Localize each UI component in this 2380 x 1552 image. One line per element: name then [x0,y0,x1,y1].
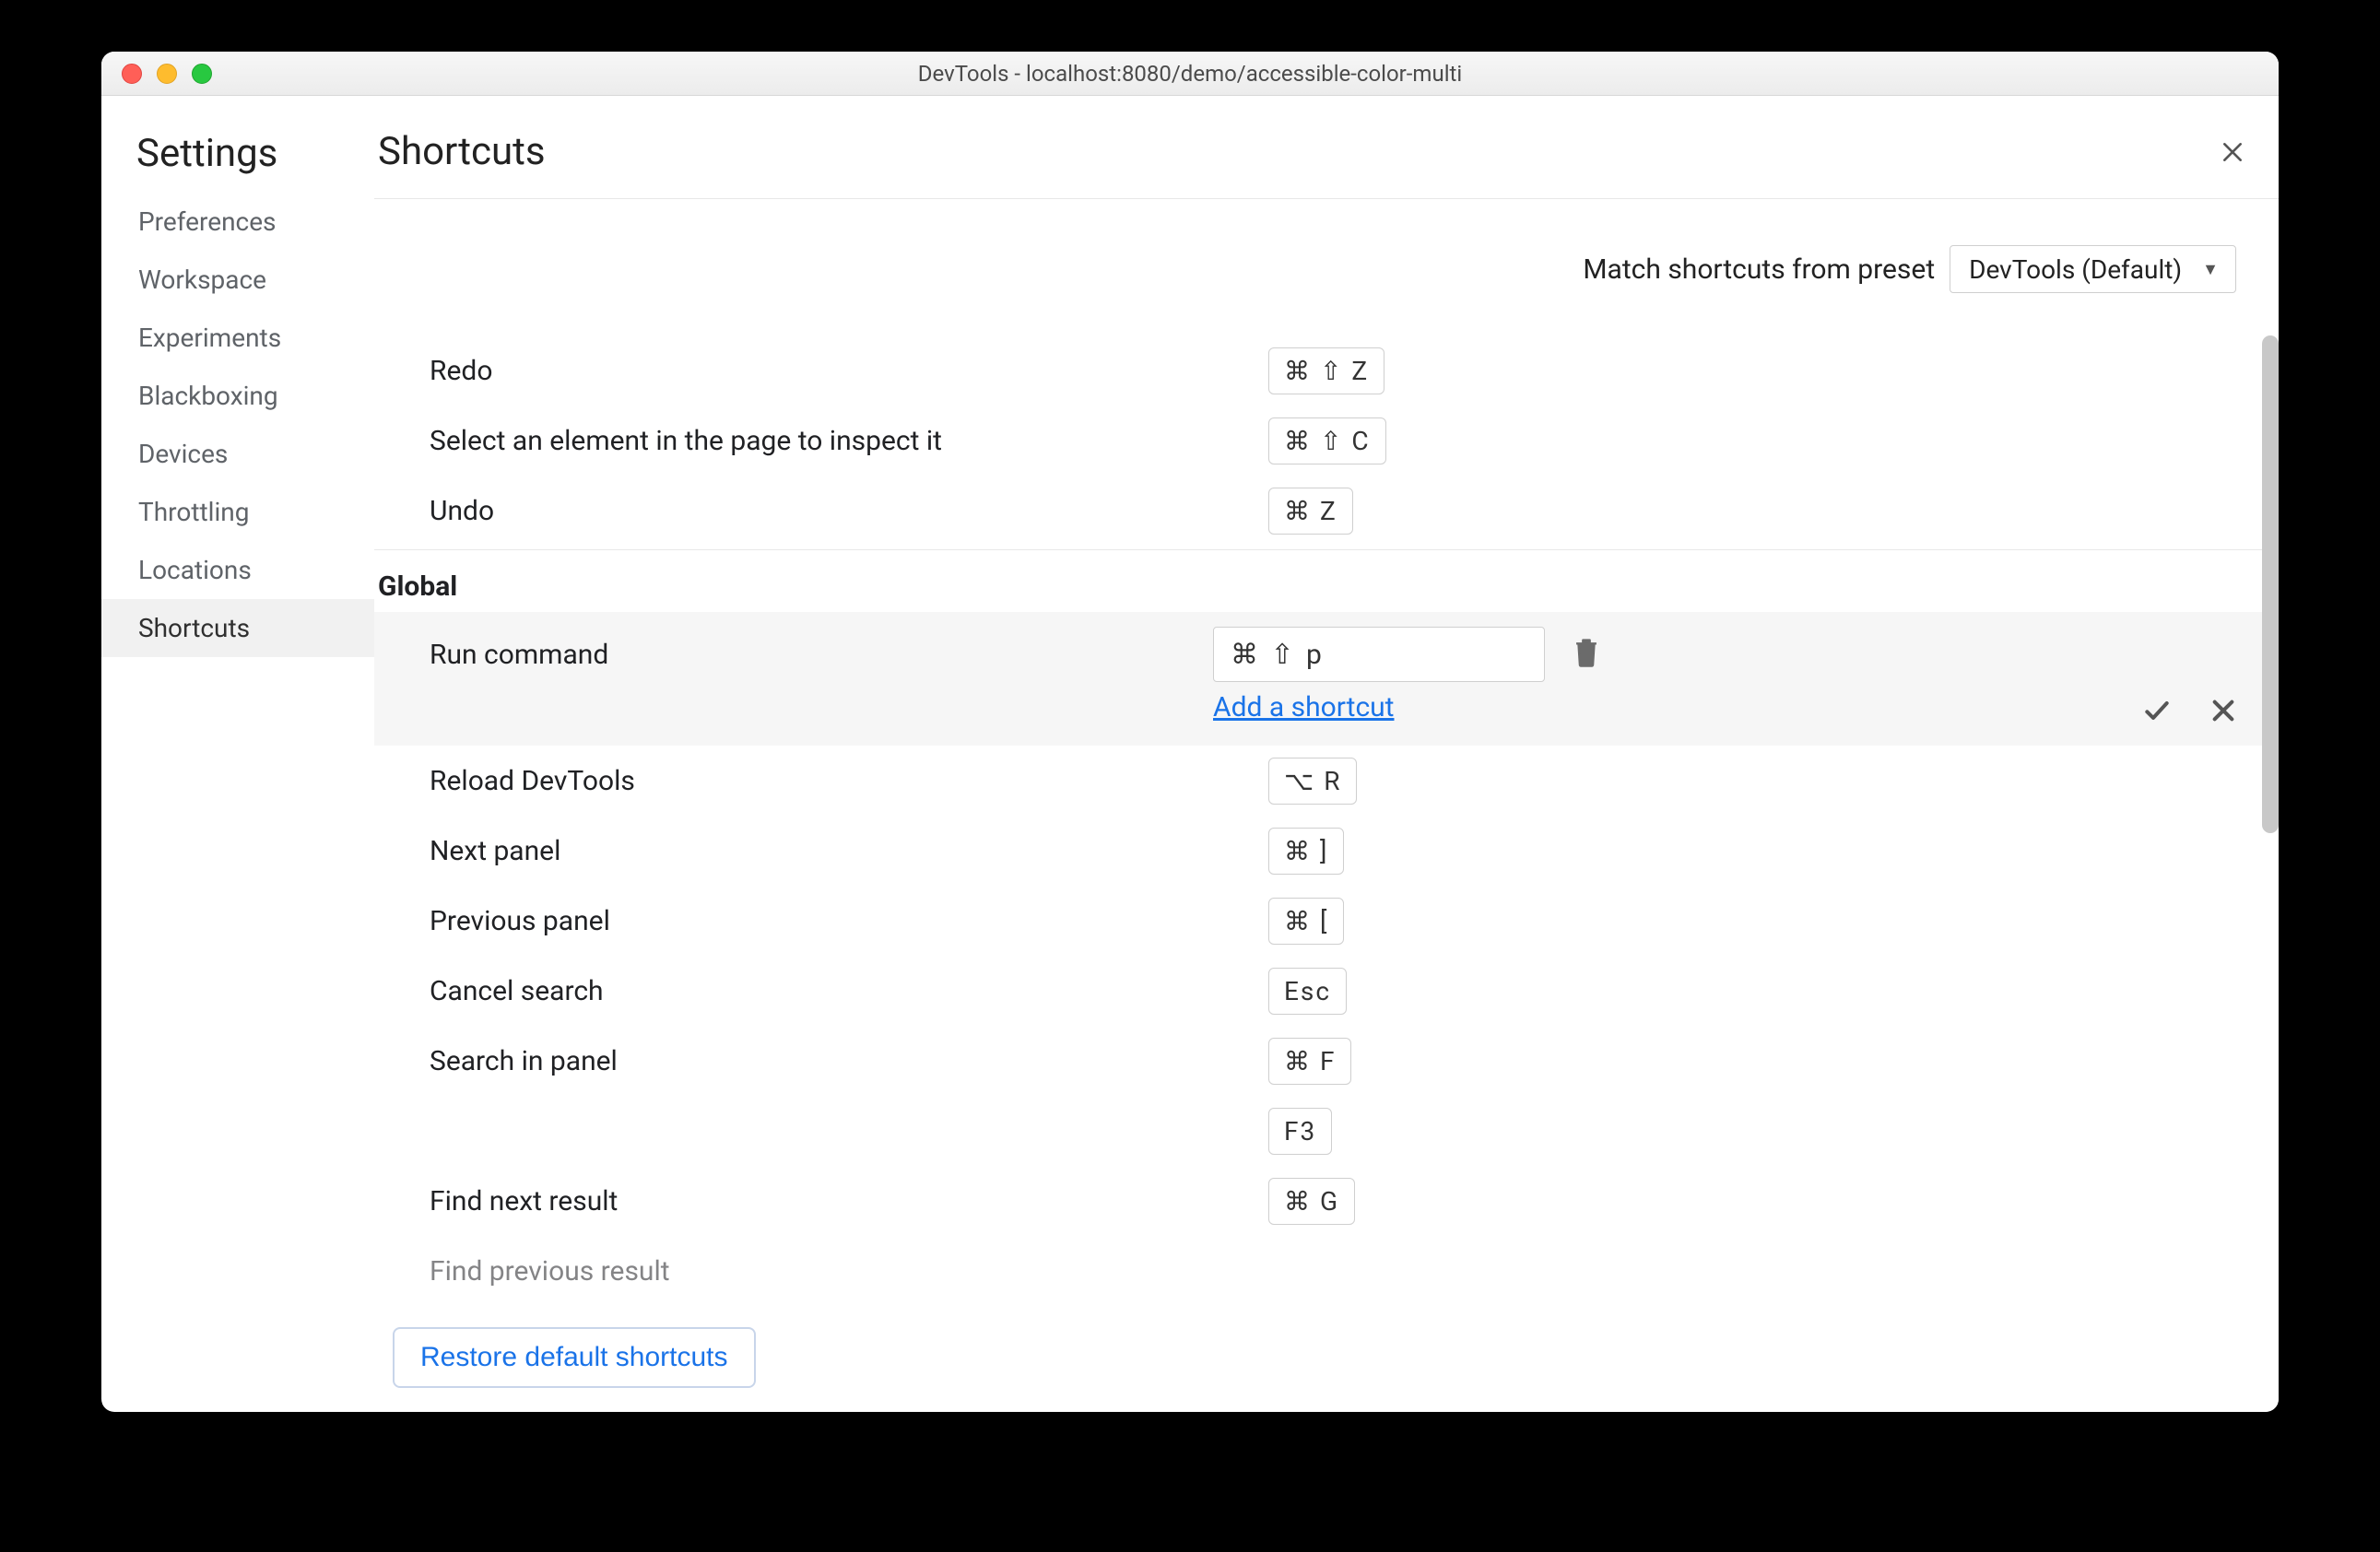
x-icon [2209,696,2238,725]
shortcut-label: Previous panel [430,905,1268,937]
main-panel: Shortcuts Match shortcuts from preset De… [374,96,2279,1412]
footer-bar: Restore default shortcuts [374,1311,2279,1412]
keycap: ⌘ ] [1268,828,1344,875]
sidebar-item-preferences[interactable]: Preferences [101,193,374,251]
restore-defaults-button[interactable]: Restore default shortcuts [393,1327,756,1388]
chevron-down-icon: ▼ [2202,260,2219,279]
delete-shortcut-button[interactable] [1573,637,1600,672]
shortcut-row-next-panel[interactable]: Next panel ⌘ ] [374,816,2279,886]
window-close-button[interactable] [122,64,142,84]
shortcut-row-search-in-panel-alt[interactable]: F3 [374,1096,2279,1166]
shortcut-input[interactable] [1213,627,1545,682]
shortcut-row-reload-devtools[interactable]: Reload DevTools ⌥ R [374,746,2279,816]
settings-sidebar: Settings Preferences Workspace Experimen… [101,96,374,1412]
shortcut-label: Redo [430,355,1268,387]
sidebar-item-blackboxing[interactable]: Blackboxing [101,367,374,425]
traffic-lights [101,64,212,84]
keycap: F3 [1268,1108,1332,1155]
close-button[interactable] [2212,132,2253,172]
check-icon [2142,696,2172,725]
shortcut-row-redo[interactable]: Redo ⌘ ⇧ Z [374,335,2279,406]
preset-select[interactable]: DevTools (Default) ▼ [1950,245,2236,293]
add-shortcut-link[interactable]: Add a shortcut [1213,691,1395,723]
shortcut-row-find-next[interactable]: Find next result ⌘ G [374,1166,2279,1236]
keycap: ⌘ ⇧ C [1268,417,1386,464]
keycap: ⌘ G [1268,1178,1355,1225]
titlebar: DevTools - localhost:8080/demo/accessibl… [101,52,2279,96]
sidebar-item-devices[interactable]: Devices [101,425,374,483]
keycap: ⌘ ⇧ Z [1268,347,1384,394]
cancel-button[interactable] [2209,696,2238,729]
sidebar-item-experiments[interactable]: Experiments [101,309,374,367]
shortcut-label: Reload DevTools [430,765,1268,797]
trash-icon [1573,637,1600,668]
devtools-window: DevTools - localhost:8080/demo/accessibl… [101,52,2279,1412]
shortcuts-area: Redo ⌘ ⇧ Z Select an element in the page… [374,335,2279,1412]
section-header-global: Global [374,549,2279,612]
keycap: ⌘ [ [1268,898,1344,945]
sidebar-item-throttling[interactable]: Throttling [101,483,374,541]
shortcut-label: Run command [430,639,1213,671]
page-title: Shortcuts [378,129,546,174]
keycap: ⌥ R [1268,758,1357,805]
shortcut-row-run-command-editing: Run command Add a shortcut [374,612,2279,746]
close-icon [2221,140,2245,164]
main-header: Shortcuts [374,96,2279,199]
shortcut-label: Select an element in the page to inspect… [430,425,1268,457]
keycap: Esc [1268,968,1347,1015]
confirm-button[interactable] [2142,696,2172,729]
shortcut-row-search-in-panel[interactable]: Search in panel ⌘ F [374,1026,2279,1096]
shortcut-row-previous-panel[interactable]: Previous panel ⌘ [ [374,886,2279,956]
shortcut-label: Cancel search [430,975,1268,1007]
preset-row: Match shortcuts from preset DevTools (De… [374,199,2279,335]
sidebar-title: Settings [101,123,374,193]
preset-label: Match shortcuts from preset [1583,253,1935,286]
window-zoom-button[interactable] [192,64,212,84]
sidebar-item-locations[interactable]: Locations [101,541,374,599]
scrollbar[interactable] [2262,335,2279,833]
window-title: DevTools - localhost:8080/demo/accessibl… [101,61,2279,87]
sidebar-item-shortcuts[interactable]: Shortcuts [101,599,374,657]
shortcut-label: Next panel [430,835,1268,867]
shortcut-row-undo[interactable]: Undo ⌘ Z [374,476,2279,546]
shortcut-label: Undo [430,495,1268,527]
keycap: ⌘ F [1268,1038,1351,1085]
edit-actions [2142,696,2238,729]
sidebar-item-workspace[interactable]: Workspace [101,251,374,309]
shortcut-row-find-previous[interactable]: Find previous result [374,1236,2279,1306]
shortcut-row-cancel-search[interactable]: Cancel search Esc [374,956,2279,1026]
shortcut-label: Find previous result [430,1255,1268,1287]
shortcut-label: Find next result [430,1185,1268,1217]
window-minimize-button[interactable] [157,64,177,84]
keycap: ⌘ Z [1268,488,1353,535]
preset-select-value: DevTools (Default) [1969,254,2182,285]
shortcut-label: Search in panel [430,1045,1268,1077]
shortcut-row-select-element[interactable]: Select an element in the page to inspect… [374,406,2279,476]
